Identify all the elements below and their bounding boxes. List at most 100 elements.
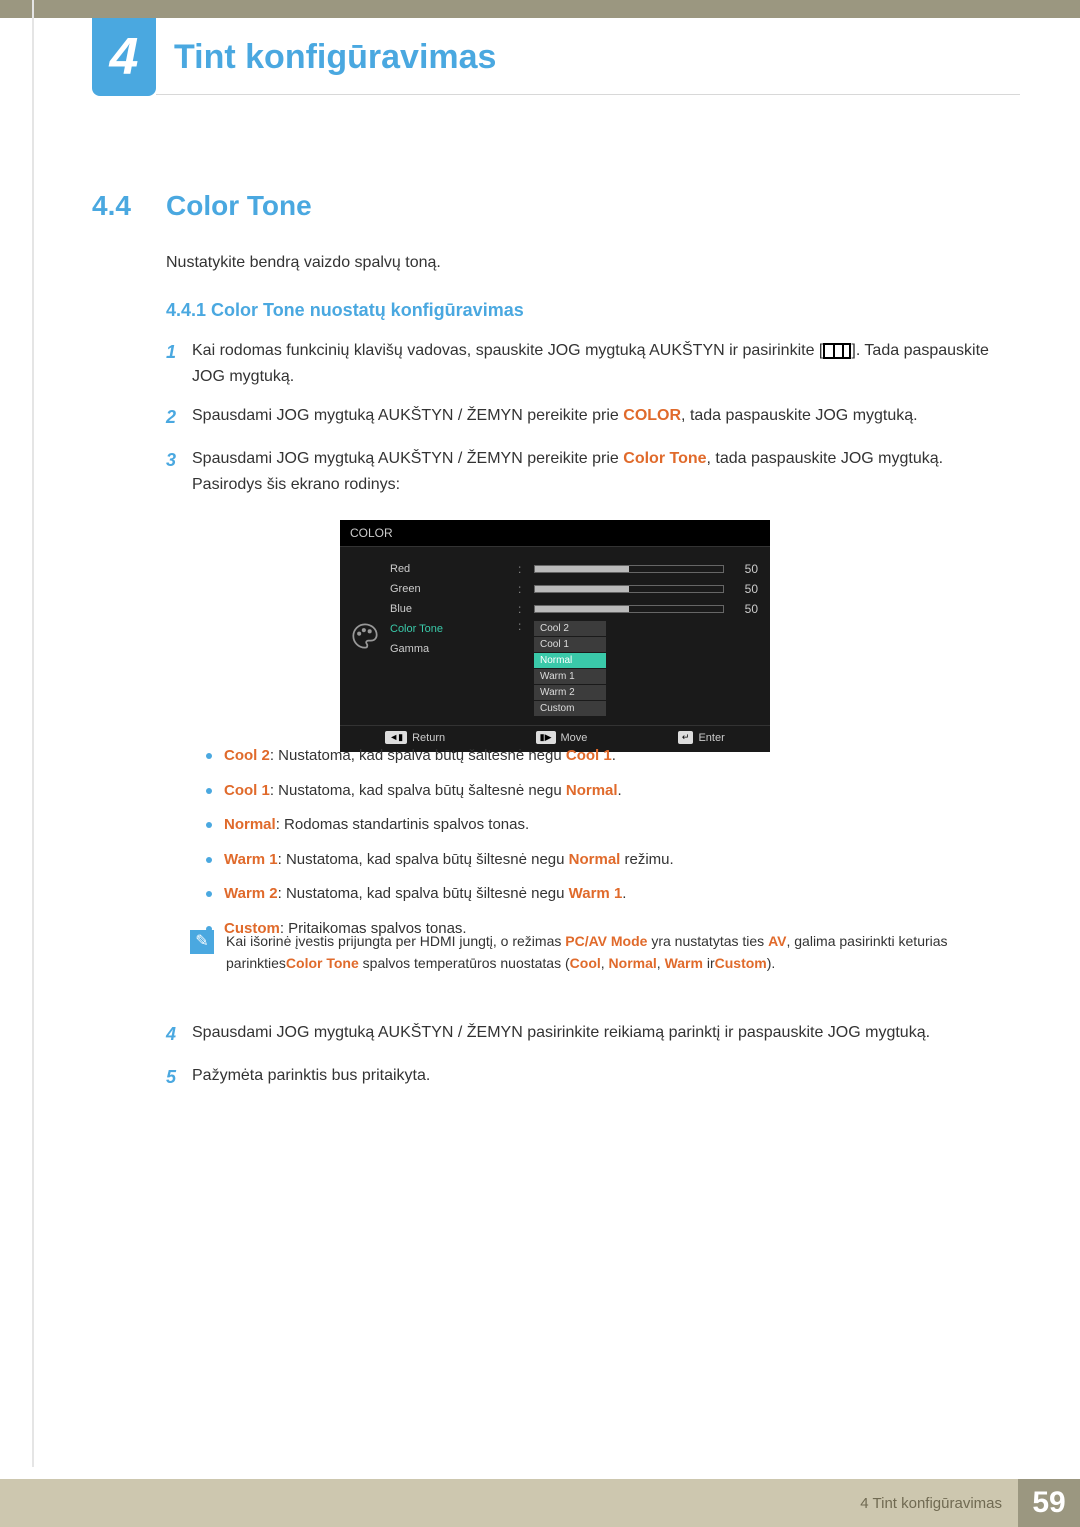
text: Enter xyxy=(698,732,724,744)
step-number: 1 xyxy=(166,338,192,389)
osd-footer: ◄▮ Return ▮▶ Move ↵Enter xyxy=(340,725,770,746)
opt-warm1: Warm 1 xyxy=(534,669,606,684)
menu-icon xyxy=(823,343,851,359)
opt-normal: Normal xyxy=(534,653,606,668)
osd-body: Red Green Blue Color Tone Gamma : 50 : 5… xyxy=(340,547,770,717)
highlight: Cool 2 xyxy=(224,747,270,764)
text: . xyxy=(618,782,622,799)
text: Return xyxy=(412,732,445,744)
bullet-icon xyxy=(206,857,212,863)
text: : Nustatoma, kad spalva būtų šiltesnė ne… xyxy=(278,851,569,868)
opt-cool1: Cool 1 xyxy=(534,637,606,652)
page-footer: 4 Tint konfigūravimas 59 xyxy=(0,1479,1080,1527)
step-number: 2 xyxy=(166,403,192,432)
text: , tada paspauskite JOG mygtuką. xyxy=(681,407,918,424)
section-title: Color Tone xyxy=(166,190,312,222)
bullet-normal: Normal: Rodomas standartinis spalvos ton… xyxy=(206,814,990,837)
text: ir xyxy=(703,955,715,971)
highlight: Normal xyxy=(569,851,621,868)
bullet-icon xyxy=(206,753,212,759)
text: . xyxy=(612,747,616,764)
highlight: Normal xyxy=(224,816,276,833)
osd-title: COLOR xyxy=(340,520,770,547)
slider-red xyxy=(534,565,724,573)
text: yra nustatytas ties xyxy=(647,933,768,949)
step-5: 5 Pažymėta parinktis bus pritaikyta. xyxy=(166,1063,990,1092)
highlight: Cool xyxy=(570,955,601,971)
step-2: 2 Spausdami JOG mygtuką AUKŠTYN / ŽEMYN … xyxy=(166,403,990,432)
steps-list: 1 Kai rodomas funkcinių klavišų vadovas,… xyxy=(166,338,990,511)
palette-icon xyxy=(340,555,390,717)
text: : Rodomas standartinis spalvos tonas. xyxy=(276,816,529,833)
foot-enter: ↵Enter xyxy=(678,731,725,744)
row-blue: : 50 xyxy=(518,599,758,619)
footer-label: 4 Tint konfigūravimas xyxy=(844,1479,1018,1527)
bullet-list: Cool 2: Nustatoma, kad spalva būtų šalte… xyxy=(206,745,990,952)
label-blue: Blue xyxy=(390,599,500,619)
row-green: : 50 xyxy=(518,579,758,599)
value-red: 50 xyxy=(730,562,758,576)
slider-blue xyxy=(534,605,724,613)
label-colortone: Color Tone xyxy=(390,619,500,639)
text: Spausdami JOG mygtuką AUKŠTYN / ŽEMYN pe… xyxy=(192,450,623,467)
step-body: Spausdami JOG mygtuką AUKŠTYN / ŽEMYN pe… xyxy=(192,403,918,432)
text: Spausdami JOG mygtuką AUKŠTYN / ŽEMYN pe… xyxy=(192,407,623,424)
highlight: Warm 1 xyxy=(224,851,278,868)
highlight: Cool 1 xyxy=(224,782,270,799)
text: Move xyxy=(561,732,588,744)
text: Kai rodomas funkcinių klavišų vadovas, s… xyxy=(192,342,823,359)
text: : Nustatoma, kad spalva būtų šiltesnė ne… xyxy=(278,885,569,902)
text: : Nustatoma, kad spalva būtų šaltesnė ne… xyxy=(270,782,566,799)
label-gamma: Gamma xyxy=(390,639,500,659)
bullet-cool1: Cool 1: Nustatoma, kad spalva būtų šalte… xyxy=(206,780,990,803)
highlight: Warm xyxy=(665,955,703,971)
bullet-icon xyxy=(206,891,212,897)
note-body: Kai išorinė įvestis prijungta per HDMI j… xyxy=(226,930,990,975)
foot-return: ◄▮ Return xyxy=(385,731,445,744)
return-icon: ◄▮ xyxy=(385,731,407,744)
opt-custom: Custom xyxy=(534,701,606,716)
text: . xyxy=(622,885,626,902)
value-blue: 50 xyxy=(730,602,758,616)
label-red: Red xyxy=(390,559,500,579)
step-number: 4 xyxy=(166,1020,192,1049)
colortone-options: Cool 2 Cool 1 Normal Warm 1 Warm 2 Custo… xyxy=(534,621,606,717)
osd-values: : 50 : 50 : 50 : Cool 2 Cool 1 Normal xyxy=(500,555,770,717)
highlight: COLOR xyxy=(623,407,681,424)
text: režimu. xyxy=(620,851,673,868)
row-red: : 50 xyxy=(518,559,758,579)
step-body: Spausdami JOG mygtuką AUKŠTYN / ŽEMYN pe… xyxy=(192,446,990,497)
opt-warm2: Warm 2 xyxy=(534,685,606,700)
intro-text: Nustatykite bendrą vaizdo spalvų toną. xyxy=(166,254,441,272)
osd-labels: Red Green Blue Color Tone Gamma xyxy=(390,555,500,717)
step-body: Spausdami JOG mygtuką AUKŠTYN / ŽEMYN pa… xyxy=(192,1020,930,1049)
top-strip xyxy=(0,0,1080,18)
text: : Nustatoma, kad spalva būtų šaltesnė ne… xyxy=(270,747,566,764)
bullet-warm2: Warm 2: Nustatoma, kad spalva būtų šilte… xyxy=(206,883,990,906)
highlight: Normal xyxy=(609,955,657,971)
move-icon: ▮▶ xyxy=(536,731,556,744)
bullet-icon xyxy=(206,822,212,828)
section-number: 4.4 xyxy=(92,190,131,222)
step-number: 3 xyxy=(166,446,192,497)
value-green: 50 xyxy=(730,582,758,596)
subsection-title: 4.4.1 Color Tone nuostatų konfigūravimas xyxy=(166,300,524,321)
highlight: PC/AV Mode xyxy=(565,933,647,949)
step-body: Pažymėta parinktis bus pritaikyta. xyxy=(192,1063,430,1092)
steps-continued: 4 Spausdami JOG mygtuką AUKŠTYN / ŽEMYN … xyxy=(166,1020,990,1106)
text: ). xyxy=(767,955,776,971)
osd-menu: COLOR Red Green Blue Color Tone Gamma : … xyxy=(340,520,770,752)
step-number: 5 xyxy=(166,1063,192,1092)
step-4: 4 Spausdami JOG mygtuką AUKŠTYN / ŽEMYN … xyxy=(166,1020,990,1049)
highlight: Warm 1 xyxy=(569,885,623,902)
highlight: Cool 1 xyxy=(566,747,612,764)
step-1: 1 Kai rodomas funkcinių klavišų vadovas,… xyxy=(166,338,990,389)
text: Kai išorinė įvestis prijungta per HDMI j… xyxy=(226,933,565,949)
row-colortone: : Cool 2 Cool 1 Normal Warm 1 Warm 2 Cus… xyxy=(518,619,758,717)
highlight: Color Tone xyxy=(623,450,706,467)
left-margin-rule xyxy=(32,0,34,1467)
note-icon: ✎ xyxy=(190,930,214,954)
bullet-warm1: Warm 1: Nustatoma, kad spalva būtų šilte… xyxy=(206,849,990,872)
text: spalvos temperatūros nuostatas ( xyxy=(359,955,570,971)
step-body: Kai rodomas funkcinių klavišų vadovas, s… xyxy=(192,338,990,389)
